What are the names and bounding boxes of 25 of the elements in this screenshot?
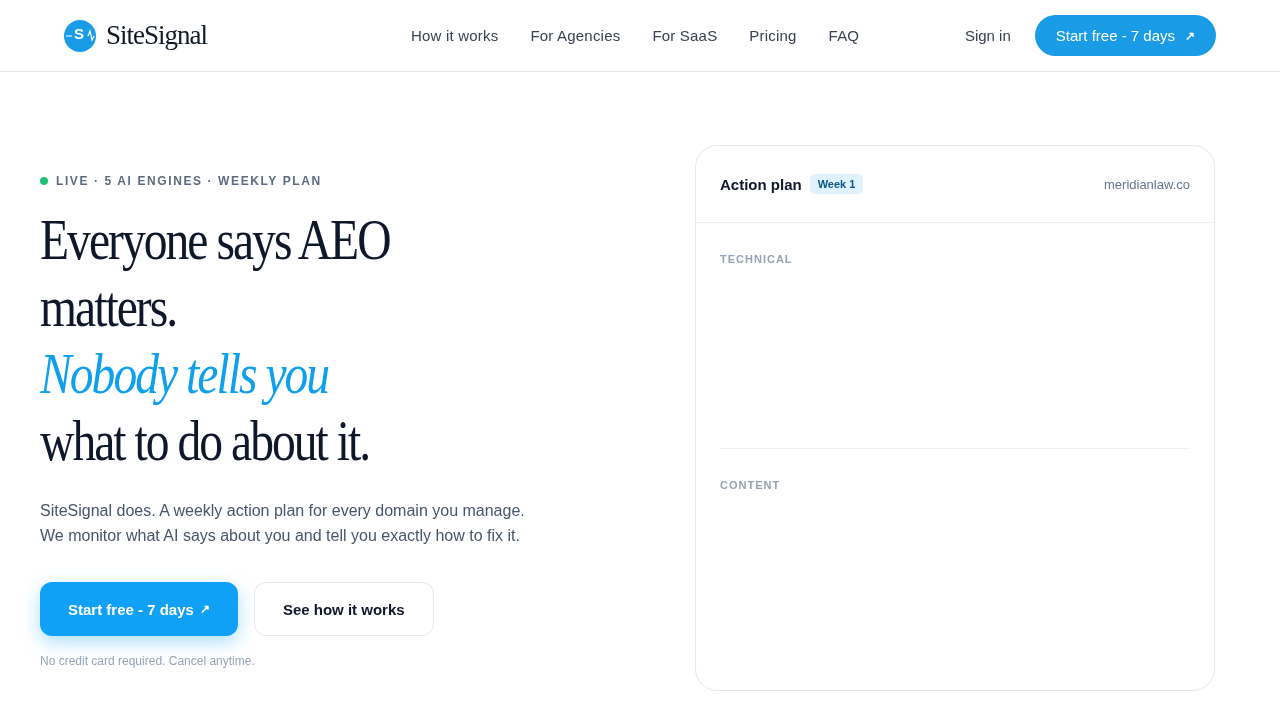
- logo-icon: [64, 19, 96, 52]
- card-title: Action plan: [720, 175, 802, 193]
- headline-line: matters.: [40, 273, 177, 340]
- nav-link[interactable]: Pricing: [749, 27, 797, 44]
- nav-link[interactable]: For SaaS: [652, 27, 718, 44]
- section-label: CONTENT: [720, 479, 781, 491]
- nav-link[interactable]: How it works: [411, 27, 499, 44]
- arrow-icon: ↗: [199, 602, 210, 616]
- note-text: No credit card required. Cancel anytime.: [40, 654, 256, 668]
- arrow-icon: ↗: [1185, 28, 1195, 43]
- headline-line: Nobody tells you: [40, 340, 329, 407]
- headline-line: what to do about it.: [40, 407, 370, 474]
- week-badge: Week 1: [809, 174, 864, 194]
- section-label: TECHNICAL: [720, 253, 793, 265]
- nav-link[interactable]: For Agencies: [530, 27, 621, 44]
- description-text: SiteSignal does. A weekly action plan for every domain you manage.: [40, 501, 526, 521]
- how-it-works-button[interactable]: See how it works: [253, 582, 434, 636]
- logo-letter: S: [74, 24, 84, 42]
- sign-in-link[interactable]: Sign in: [964, 27, 1011, 44]
- headline-line: Everyone says AEO: [40, 206, 390, 273]
- eyebrow-text: LIVE · 5 AI ENGINES · WEEKLY PLAN: [56, 174, 322, 188]
- domain-text: meridianlaw.co: [1104, 176, 1190, 192]
- nav-link[interactable]: FAQ: [828, 27, 860, 44]
- description-text: We monitor what AI says about you and tell you exactly how to fix it.: [40, 526, 521, 546]
- brand-name: SiteSignal: [106, 20, 207, 51]
